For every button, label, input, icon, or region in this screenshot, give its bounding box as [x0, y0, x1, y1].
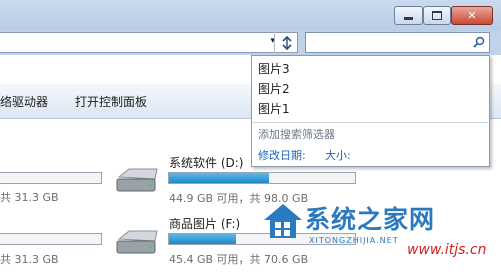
drive-name-f[interactable]: 商品图片 (F:)	[169, 215, 240, 232]
refresh-button[interactable]	[274, 32, 298, 53]
drive-name-d[interactable]: 系统软件 (D:)	[169, 154, 243, 171]
search-icon[interactable]	[473, 36, 485, 48]
watermark-pinyin: XITONGZHIJIA.NET	[309, 236, 399, 245]
address-field[interactable]: ▾	[0, 32, 298, 53]
search-input[interactable]	[305, 32, 490, 53]
title-bar: ✕	[0, 0, 501, 31]
minimize-button[interactable]	[394, 6, 423, 25]
close-icon: ✕	[467, 9, 477, 22]
search-history-item[interactable]: 图片1	[258, 100, 290, 117]
maximize-icon	[432, 11, 442, 20]
drive-size-text: 共 31.3 GB	[0, 253, 59, 266]
close-button[interactable]: ✕	[451, 6, 493, 25]
site-watermark: 系统之家网 XITONGZHIJIA.NET www.itjs.cn	[262, 198, 501, 277]
open-control-panel-button[interactable]: 打开控制面板	[75, 93, 147, 110]
hard-drive-icon[interactable]	[115, 167, 159, 197]
map-network-drive-button[interactable]: 络驱动器	[0, 93, 48, 110]
search-suggestions-dropdown: 图片3 图片2 图片1 添加搜索筛选器 修改日期: 大小:	[251, 55, 490, 167]
search-history-item[interactable]: 图片3	[258, 60, 290, 77]
drive-size-text: 共 31.3 GB	[0, 191, 59, 204]
filter-size[interactable]: 大小:	[325, 147, 351, 163]
maximize-button[interactable]	[423, 6, 451, 25]
minimize-icon	[404, 17, 413, 20]
house-logo-icon	[264, 204, 302, 238]
drive-usage-bar	[168, 172, 356, 184]
hard-drive-icon[interactable]	[115, 229, 159, 259]
divider	[253, 122, 488, 123]
watermark-brand: 系统之家网	[305, 205, 436, 234]
drive-usage-bar	[0, 233, 102, 245]
watermark-url: www.itjs.cn	[407, 242, 487, 258]
drive-usage-bar	[0, 172, 102, 184]
filter-date-modified[interactable]: 修改日期:	[258, 147, 306, 163]
search-history-item[interactable]: 图片2	[258, 80, 290, 97]
refresh-icon	[281, 35, 292, 50]
add-filter-label: 添加搜索筛选器	[258, 128, 335, 141]
